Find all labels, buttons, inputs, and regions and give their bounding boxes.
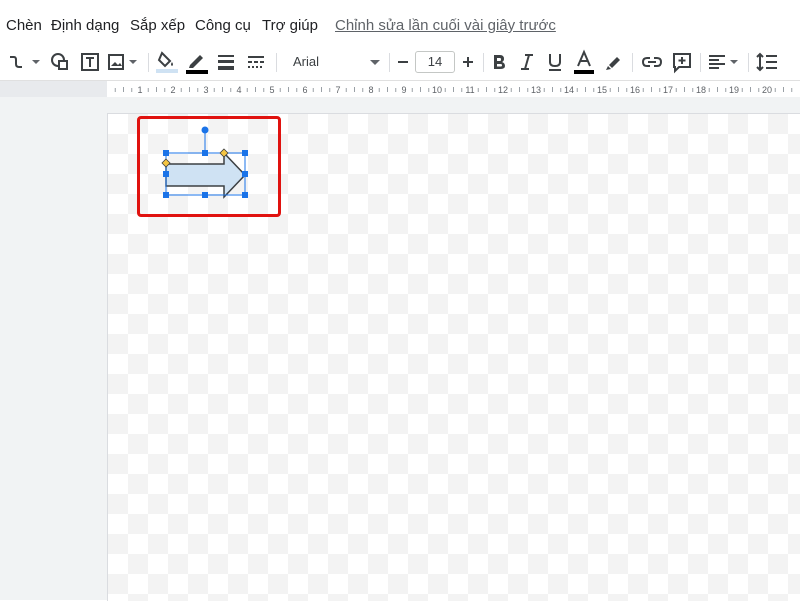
ruler-label: 18 xyxy=(696,85,706,95)
ruler-label: 5 xyxy=(269,85,274,95)
menu-tools[interactable]: Công cụ xyxy=(195,17,251,35)
highlight-frame xyxy=(137,116,281,217)
link-icon xyxy=(641,57,663,67)
line-spacing-button[interactable] xyxy=(754,50,780,74)
ruler-label: 3 xyxy=(203,85,208,95)
ruler-label: 10 xyxy=(432,85,442,95)
italic-icon xyxy=(521,54,533,70)
image-icon xyxy=(108,54,137,70)
font-name: Arial xyxy=(293,54,320,69)
text-box-icon xyxy=(81,53,99,71)
ruler-label: 19 xyxy=(729,85,739,95)
shape-icon xyxy=(51,53,68,70)
text-color-button[interactable] xyxy=(572,49,596,74)
decrease-font-size-icon xyxy=(398,61,408,63)
underline-button[interactable] xyxy=(544,50,566,74)
line-tool-button[interactable] xyxy=(4,50,44,74)
ruler-label: 2 xyxy=(170,85,175,95)
border-weight-button[interactable] xyxy=(214,50,238,74)
chevron-down-icon xyxy=(370,60,380,65)
menu-bar: Chèn Định dạng Sắp xếp Công cụ Trợ giúp … xyxy=(0,0,800,44)
increase-font-size-button[interactable] xyxy=(457,50,479,74)
increase-font-size-icon xyxy=(463,57,473,67)
font-size-input[interactable]: 14 xyxy=(415,51,455,73)
align-button[interactable] xyxy=(705,50,743,74)
line-spacing-icon xyxy=(756,52,777,72)
fill-color-icon xyxy=(156,51,178,73)
border-color-icon xyxy=(186,55,208,74)
border-color-button[interactable] xyxy=(184,50,210,74)
decrease-font-size-button[interactable] xyxy=(392,50,414,74)
ruler-label: 14 xyxy=(564,85,574,95)
comment-button[interactable] xyxy=(670,50,694,74)
bold-icon xyxy=(494,55,505,69)
menu-format[interactable]: Định dạng xyxy=(51,17,119,35)
toolbar-divider xyxy=(700,53,701,72)
shape-tool-button[interactable] xyxy=(48,50,72,74)
ruler-label: 4 xyxy=(236,85,241,95)
last-edit-link[interactable]: Chỉnh sửa lần cuối vài giây trước xyxy=(335,17,556,35)
border-dash-icon xyxy=(248,56,264,68)
ruler-label: 12 xyxy=(498,85,508,95)
ruler-label: 15 xyxy=(597,85,607,95)
italic-button[interactable] xyxy=(516,50,538,74)
border-dash-button[interactable] xyxy=(244,50,268,74)
text-box-button[interactable] xyxy=(78,50,102,74)
workspace xyxy=(0,97,800,601)
toolbar-divider xyxy=(632,53,633,72)
menu-help[interactable]: Trợ giúp xyxy=(262,17,318,35)
text-color-icon xyxy=(574,49,594,74)
ruler-label: 9 xyxy=(401,85,406,95)
highlight-button[interactable] xyxy=(602,50,626,74)
line-icon xyxy=(10,56,40,68)
ruler-label: 17 xyxy=(663,85,673,95)
toolbar-divider xyxy=(389,53,390,72)
border-weight-icon xyxy=(218,55,234,70)
ruler-label: 13 xyxy=(531,85,541,95)
toolbar-divider xyxy=(148,53,149,72)
fill-color-button[interactable] xyxy=(154,50,180,74)
image-button[interactable] xyxy=(104,50,144,74)
ruler-label: 7 xyxy=(335,85,340,95)
ruler-label: 8 xyxy=(368,85,373,95)
font-select[interactable]: Arial xyxy=(285,50,385,74)
menu-arrange[interactable]: Sắp xếp xyxy=(130,17,185,35)
ruler-label: 20 xyxy=(762,85,772,95)
ruler-label: 6 xyxy=(302,85,307,95)
ruler-label: 16 xyxy=(630,85,640,95)
ruler-scale: 1 2 3 4 5 6 7 8 9 10 11 12 13 14 15 16 17 18 19 20 xyxy=(0,81,800,98)
toolbar-divider xyxy=(276,53,277,72)
menu-insert[interactable]: Chèn xyxy=(6,17,42,35)
comment-icon xyxy=(673,53,691,74)
toolbar-divider xyxy=(748,53,749,72)
bold-button[interactable] xyxy=(488,50,510,74)
toolbar-divider xyxy=(483,53,484,72)
highlight-icon xyxy=(606,57,620,70)
link-button[interactable] xyxy=(640,50,664,74)
underline-icon xyxy=(549,54,561,71)
align-icon xyxy=(709,55,738,69)
horizontal-ruler[interactable]: 1 2 3 4 5 6 7 8 9 10 11 12 13 14 15 16 17 18 19 20 xyxy=(0,80,800,98)
ruler-label: 1 xyxy=(137,85,142,95)
ruler-label: 11 xyxy=(465,85,474,95)
